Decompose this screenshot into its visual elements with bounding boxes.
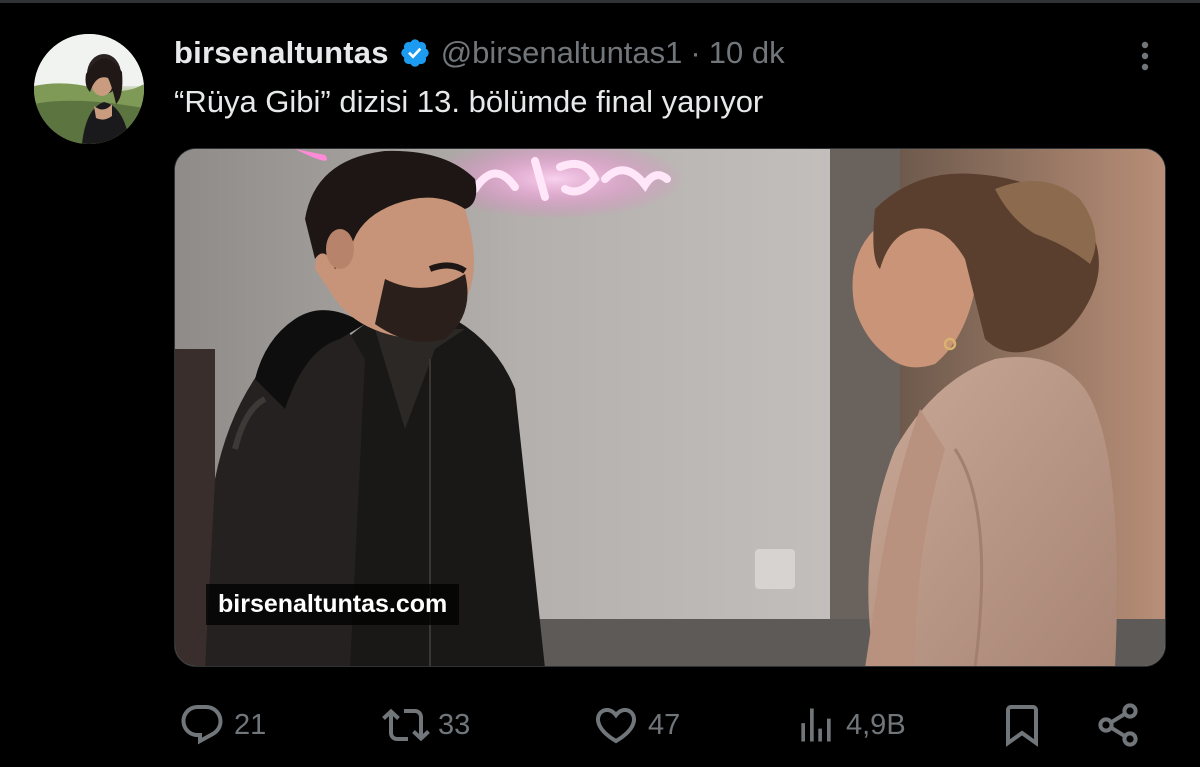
- separator-dot: ·: [690, 35, 701, 70]
- reply-button[interactable]: 21: [178, 690, 266, 760]
- avatar[interactable]: [34, 34, 144, 144]
- analytics-icon: [801, 708, 831, 742]
- tweet-actions-bar: 21 33 47 4,9B: [0, 690, 1200, 760]
- views-button[interactable]: 4,9B: [794, 690, 906, 760]
- display-name[interactable]: birsenaltuntas: [174, 35, 389, 71]
- reply-icon: [181, 705, 223, 745]
- reply-count: 21: [234, 708, 267, 741]
- retweet-button[interactable]: 33: [382, 690, 470, 760]
- user-handle[interactable]: @birsenaltuntas1: [441, 35, 683, 71]
- share-button[interactable]: [1094, 690, 1142, 760]
- like-button[interactable]: 47: [592, 690, 680, 760]
- share-icon: [1098, 703, 1138, 747]
- retweet-count: 33: [438, 708, 471, 741]
- views-count: 4,9B: [846, 708, 906, 741]
- bookmark-icon: [1006, 705, 1038, 747]
- heart-icon: [595, 708, 637, 744]
- tweet-card[interactable]: birsenaltuntas @birsenaltuntas1 · 10 dk …: [0, 0, 1200, 767]
- tweet-text: “Rüya Gibi” dizisi 13. bölümde final yap…: [174, 84, 764, 119]
- bookmark-button[interactable]: [998, 690, 1046, 760]
- retweet-icon: [382, 708, 430, 742]
- verified-badge-icon: [399, 37, 431, 69]
- tweet-timestamp[interactable]: 10 dk: [709, 35, 785, 71]
- tweet-header: birsenaltuntas @birsenaltuntas1 · 10 dk: [174, 30, 785, 76]
- media-watermark: birsenaltuntas.com: [206, 584, 460, 625]
- more-options-icon[interactable]: [1130, 38, 1160, 74]
- like-count: 47: [648, 708, 681, 741]
